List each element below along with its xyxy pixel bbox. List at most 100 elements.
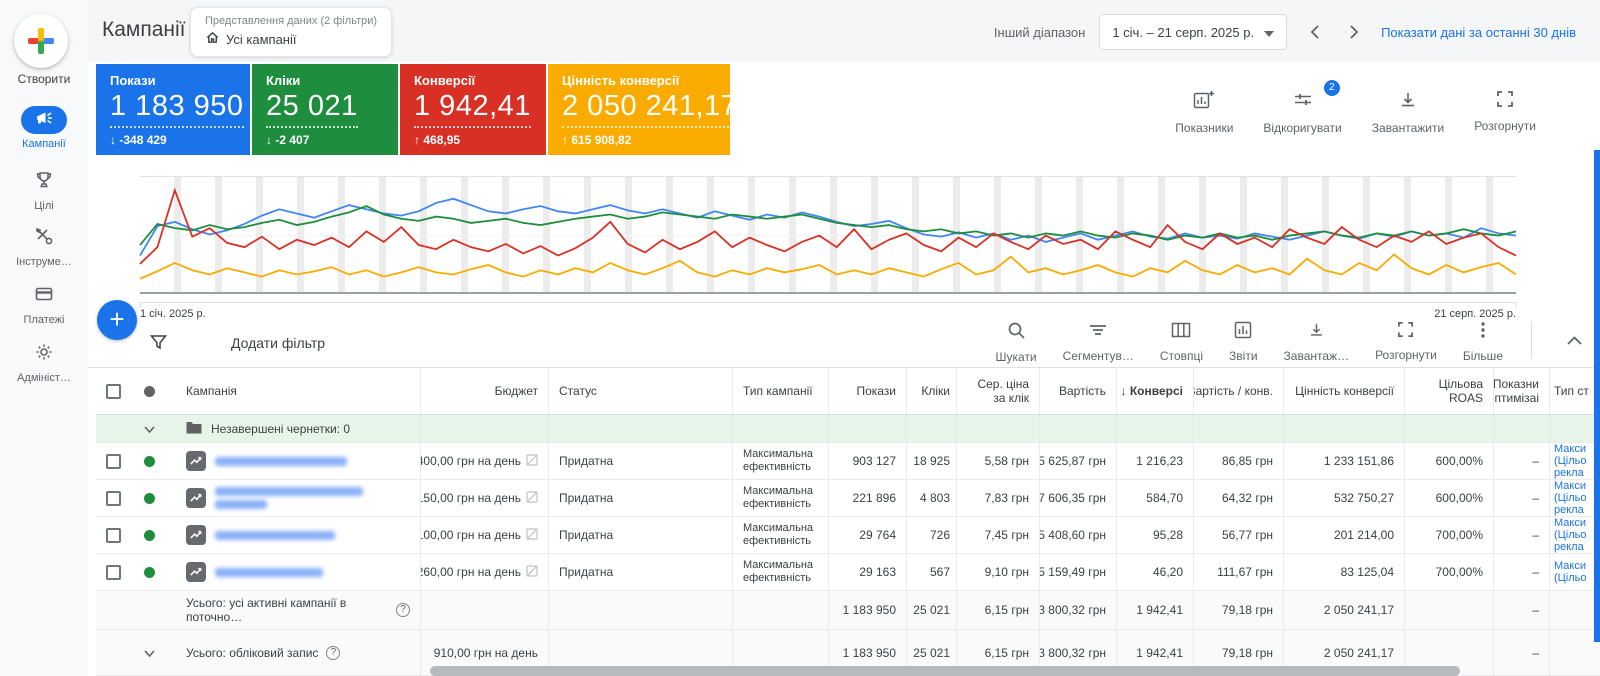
bid-strategy-value[interactable]: Макси (Цільо: [1549, 554, 1600, 590]
row-checkbox[interactable]: [106, 564, 121, 580]
col-campaign[interactable]: Кампанія: [176, 368, 420, 414]
create-button[interactable]: [14, 14, 68, 68]
plus-icon: +: [109, 304, 125, 334]
col-opt-score[interactable]: Показниоптимізаі: [1493, 368, 1549, 414]
col-impressions[interactable]: Покази: [828, 368, 906, 414]
bid-strategy-value[interactable]: Макси (Цільо рекла: [1549, 443, 1600, 479]
roas-value: 600,00%: [1404, 480, 1493, 516]
search-button[interactable]: Шукати: [996, 321, 1037, 364]
table-row[interactable]: 100,00 грн на день Придатна Максимальна е…: [96, 517, 1600, 554]
col-cpc[interactable]: Сер. ціна за клік: [956, 368, 1039, 414]
sidebar-item-billing[interactable]: Платежі: [0, 282, 88, 326]
performance-chart[interactable]: [140, 176, 1516, 294]
col-conversions-sorted[interactable]: ↓ Конверсі: [1116, 368, 1193, 414]
col-type[interactable]: Тип кампанії: [732, 368, 828, 414]
bid-strategy-value[interactable]: Макси (Цільо рекла: [1549, 480, 1600, 516]
other-range-label: Інший діапазон: [993, 24, 1086, 40]
type-value: Максимальна ефективність: [732, 517, 828, 553]
chevron-down-icon[interactable]: [144, 422, 155, 436]
budget-value[interactable]: 400,00 грн на день: [421, 454, 521, 468]
chart-series-Конверсії: [140, 190, 1516, 264]
reports-button[interactable]: Звіти: [1229, 321, 1258, 363]
table-row[interactable]: 260,00 грн на день Придатна Максимальна е…: [96, 554, 1600, 591]
chevron-up-icon: [1567, 336, 1582, 345]
scorecard-clicks[interactable]: Кліки 25 021 ↓ -2 407: [252, 64, 398, 155]
date-range-select[interactable]: 1 січ. – 21 серп. 2025 р.: [1099, 14, 1288, 50]
status-value: Придатна: [548, 517, 732, 553]
roas-value: 600,00%: [1404, 443, 1493, 479]
help-icon[interactable]: ?: [326, 645, 341, 660]
col-cost-per-conv[interactable]: Вартість / конв.: [1193, 368, 1283, 414]
chevron-down-icon[interactable]: [144, 646, 155, 660]
col-status[interactable]: Статус: [548, 368, 732, 414]
collapse-table-button[interactable]: [1567, 332, 1582, 350]
scorecard-label: Покази: [110, 73, 156, 88]
download-table-button[interactable]: Завантаж…: [1284, 321, 1349, 363]
scorecard-delta: ↓ -348 429: [110, 133, 167, 147]
next-range-button[interactable]: [1341, 19, 1367, 45]
status-filter-dot[interactable]: [144, 385, 155, 397]
columns-button[interactable]: Стовпці: [1160, 321, 1203, 363]
segment-button[interactable]: Сегментув…: [1063, 321, 1134, 363]
budget-value[interactable]: 260,00 грн на день: [421, 565, 521, 579]
expand-table-button[interactable]: Розгорнути: [1375, 321, 1437, 362]
impressions-value: 221 896: [828, 480, 906, 516]
campaign-name-redacted[interactable]: [215, 567, 323, 577]
chart-actions: Показники 2 Відкоригувати Завантажити Ро…: [1175, 80, 1536, 135]
drafts-row[interactable]: Незавершені чернетки: 0: [96, 415, 1600, 443]
campaign-name-redacted[interactable]: [215, 487, 363, 509]
data-view-chip[interactable]: Представлення даних (2 фільтри) Усі камп…: [190, 7, 393, 57]
col-conv-value[interactable]: Цінність конверсії: [1283, 368, 1404, 414]
megaphone-icon: [35, 109, 53, 132]
expand-icon: [1496, 90, 1514, 113]
row-checkbox[interactable]: [106, 527, 121, 543]
select-all-checkbox[interactable]: [106, 383, 121, 399]
conv-value: 83 125,04: [1283, 554, 1404, 590]
scorecard-label: Конверсії: [414, 73, 476, 88]
table-row[interactable]: 150,00 грн на день Придатна Максимальна е…: [96, 480, 1600, 517]
row-checkbox[interactable]: [106, 490, 121, 506]
more-vertical-icon: [1480, 321, 1486, 344]
previous-range-button[interactable]: [1301, 19, 1327, 45]
filter-funnel-icon[interactable]: [150, 334, 167, 351]
help-icon[interactable]: ?: [396, 603, 410, 617]
col-clicks[interactable]: Кліки: [906, 368, 956, 414]
metrics-icon: [1193, 90, 1215, 115]
expand-icon: [1397, 321, 1414, 343]
show-last-30-days-link[interactable]: Показати дані за останні 30 днів: [1381, 25, 1576, 40]
sidebar-item-goals[interactable]: Цілі: [0, 168, 88, 212]
main-content: Покази 1 183 950 ↓ -348 429 Кліки 25 021…: [88, 62, 1600, 676]
campaign-name-redacted[interactable]: [215, 456, 347, 466]
col-cost[interactable]: Вартість: [1039, 368, 1116, 414]
sidebar-item-admin[interactable]: Адмініст…: [0, 340, 88, 384]
horizontal-scrollbar[interactable]: [430, 666, 1460, 676]
adjust-button[interactable]: 2 Відкоригувати: [1263, 80, 1342, 135]
add-filter-button[interactable]: Додати фільтр: [231, 335, 325, 351]
download-button[interactable]: Завантажити: [1372, 90, 1444, 135]
scorecard-conv-value[interactable]: Цінність конверсії 2 050 241,17 ↑ 615 90…: [548, 64, 738, 155]
col-bid-type[interactable]: Тип ст: [1549, 368, 1600, 414]
metrics-button[interactable]: Показники: [1175, 90, 1233, 135]
row-checkbox[interactable]: [106, 453, 121, 469]
table-row[interactable]: 400,00 грн на день Придатна Максимальна е…: [96, 443, 1600, 480]
page-header: Кампанії Представлення даних (2 фільтри)…: [88, 0, 1600, 62]
performance-max-icon: [186, 488, 206, 508]
vertical-scrollbar[interactable]: [1594, 150, 1600, 642]
cost-value: 5 408,60 грн: [1039, 517, 1116, 553]
cost-value: 37 606,35 грн: [1039, 480, 1116, 516]
opt-score-value: –: [1493, 443, 1549, 479]
scorecard-conversions[interactable]: Конверсії 1 942,41 ↑ 468,95: [400, 64, 546, 155]
more-button[interactable]: Більше: [1463, 321, 1503, 363]
sidebar-item-campaigns[interactable]: Кампанії: [0, 106, 88, 150]
campaign-name-redacted[interactable]: [215, 530, 335, 540]
budget-value[interactable]: 150,00 грн на день: [421, 491, 521, 505]
col-roas[interactable]: Цільова ROAS: [1404, 368, 1493, 414]
expand-chart-button[interactable]: Розгорнути: [1474, 90, 1536, 135]
col-budget[interactable]: Бюджет: [420, 368, 548, 414]
budget-value[interactable]: 100,00 грн на день: [421, 528, 521, 542]
scorecard-impressions[interactable]: Покази 1 183 950 ↓ -348 429: [96, 64, 250, 155]
clicks-value: 726: [906, 517, 956, 553]
add-campaign-fab[interactable]: +: [97, 300, 137, 340]
bid-strategy-value[interactable]: Макси (Цільо рекла: [1549, 517, 1600, 553]
sidebar-item-tools[interactable]: Інструме…: [0, 224, 88, 268]
